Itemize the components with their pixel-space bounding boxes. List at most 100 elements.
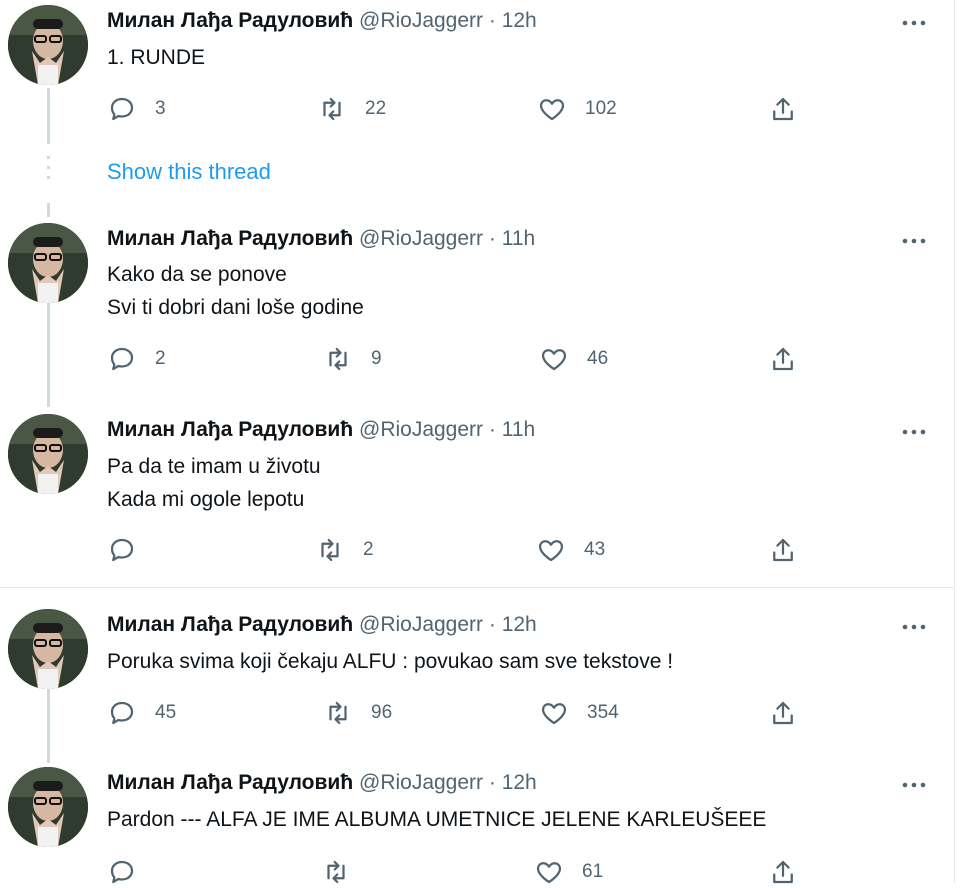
retweet-count: 96 (371, 702, 393, 723)
tweet-header: Милан Лађа Радуловић @RioJaggerr · 12h (107, 613, 537, 637)
heart-icon (541, 703, 567, 725)
conversation-divider (0, 587, 954, 588)
timeline: Милан Лађа Радуловић @RioJaggerr · 12h 1… (0, 0, 955, 884)
tweet-text: Poruka svima koji čekaju ALFU : povukao … (107, 645, 673, 678)
avatar[interactable] (8, 5, 88, 85)
retweet-button[interactable]: 96 (323, 697, 392, 729)
tweet-text: Pardon --- ALFA JE IME ALBUMA UMETNICE J… (107, 803, 766, 836)
username[interactable]: @RioJaggerr (359, 227, 483, 250)
share-icon (773, 701, 793, 725)
tweet-header: Милан Лађа Радуловић @RioJaggerr · 11h (107, 418, 535, 442)
display-name[interactable]: Милан Лађа Радуловић (107, 9, 353, 32)
tweet-actions: 2 9 46 (0, 343, 954, 375)
reply-count: 2 (155, 348, 166, 369)
retweet-count: 2 (363, 539, 374, 560)
thread-gap-dots (47, 156, 50, 186)
heart-icon (541, 349, 567, 371)
tweet-actions: 45 96 354 (0, 697, 954, 729)
like-button[interactable]: 354 (539, 697, 619, 729)
retweet-button[interactable]: 9 (323, 343, 382, 375)
username[interactable]: @RioJaggerr (359, 418, 483, 441)
timestamp[interactable]: · 12h (489, 771, 537, 794)
reply-icon (110, 701, 134, 725)
like-count: 102 (585, 98, 617, 119)
share-icon (773, 97, 793, 121)
like-button[interactable]: 61 (534, 856, 603, 888)
avatar[interactable] (8, 609, 88, 689)
like-count: 43 (584, 539, 606, 560)
share-button[interactable] (768, 93, 798, 125)
like-button[interactable]: 102 (537, 93, 617, 125)
retweet-icon (329, 347, 347, 371)
share-button[interactable] (768, 856, 798, 888)
tweet-text-line: Kada mi ogole lepotu (107, 488, 305, 511)
tweet-text-line: Svi ti dobri dani loše godine (107, 296, 364, 319)
reply-count: 45 (155, 702, 177, 723)
share-icon (773, 538, 793, 562)
tweet-header: Милан Лађа Радуловић @RioJaggerr · 12h (107, 771, 537, 795)
reply-icon (110, 538, 134, 562)
tweet-header: Милан Лађа Радуловић @RioJaggerr · 11h (107, 227, 535, 251)
username[interactable]: @RioJaggerr (359, 613, 483, 636)
tweet-text-line: Poruka svima koji čekaju ALFU : povukao … (107, 650, 674, 673)
retweet-icon (321, 538, 339, 562)
tweet-text-line: Pa da te imam u životu (107, 455, 321, 478)
reply-button[interactable]: 3 (107, 93, 166, 125)
share-button[interactable] (768, 534, 798, 566)
username[interactable]: @RioJaggerr (359, 9, 483, 32)
more-options-icon[interactable] (898, 7, 930, 39)
avatar[interactable] (8, 414, 88, 494)
heart-icon (539, 99, 565, 121)
tweet-text-line: Kako da se ponove (107, 263, 287, 286)
tweet-text-line: Pardon --- ALFA JE IME ALBUMA UMETNICE J… (107, 808, 767, 831)
reply-icon (110, 347, 134, 371)
retweet-button[interactable]: 2 (315, 534, 374, 566)
reply-button[interactable] (107, 534, 155, 566)
display-name[interactable]: Милан Лађа Радуловић (107, 418, 353, 441)
username[interactable]: @RioJaggerr (359, 771, 483, 794)
show-thread-link[interactable]: Show this thread (107, 159, 271, 185)
reply-icon (110, 97, 134, 121)
reply-button[interactable]: 2 (107, 343, 166, 375)
timestamp[interactable]: · 12h (489, 9, 537, 32)
display-name[interactable]: Милан Лађа Радуловић (107, 227, 353, 250)
like-button[interactable]: 46 (539, 343, 608, 375)
display-name[interactable]: Милан Лађа Радуловић (107, 771, 353, 794)
tweet-text: 1. RUNDE (107, 41, 205, 74)
timestamp[interactable]: · 12h (489, 613, 537, 636)
retweet-count: 9 (371, 348, 382, 369)
thread-line (47, 203, 50, 217)
retweet-button[interactable] (321, 856, 369, 888)
retweet-icon (323, 97, 341, 121)
more-options-icon[interactable] (898, 611, 930, 643)
like-count: 61 (582, 861, 604, 882)
more-options-icon[interactable] (898, 416, 930, 448)
display-name[interactable]: Милан Лађа Радуловић (107, 613, 353, 636)
share-icon (773, 347, 793, 371)
tweet-header: Милан Лађа Радуловић @RioJaggerr · 12h (107, 9, 537, 33)
heart-icon (538, 540, 564, 562)
tweet-text: Pa da te imam u životu Kada mi ogole lep… (107, 450, 321, 516)
tweet-actions: 3 22 102 (0, 93, 954, 125)
tweet-text-line: 1. RUNDE (107, 46, 206, 69)
avatar[interactable] (8, 223, 88, 303)
retweet-icon (329, 701, 347, 725)
more-options-icon[interactable] (898, 769, 930, 801)
retweet-count: 22 (365, 98, 387, 119)
share-button[interactable] (768, 697, 798, 729)
tweet-actions: 2 43 (0, 534, 954, 566)
tweet-actions: 61 (0, 856, 954, 888)
reply-button[interactable] (107, 856, 155, 888)
tweet-text: Kako da se ponove Svi ti dobri dani loše… (107, 258, 364, 324)
avatar[interactable] (8, 767, 88, 847)
retweet-button[interactable]: 22 (317, 93, 386, 125)
like-button[interactable]: 43 (536, 534, 605, 566)
more-options-icon[interactable] (898, 225, 930, 257)
like-count: 354 (587, 702, 619, 723)
share-button[interactable] (768, 343, 798, 375)
reply-count: 3 (155, 98, 166, 119)
timestamp[interactable]: · 11h (489, 418, 535, 441)
reply-button[interactable]: 45 (107, 697, 176, 729)
timestamp[interactable]: · 11h (489, 227, 535, 250)
like-count: 46 (587, 348, 609, 369)
